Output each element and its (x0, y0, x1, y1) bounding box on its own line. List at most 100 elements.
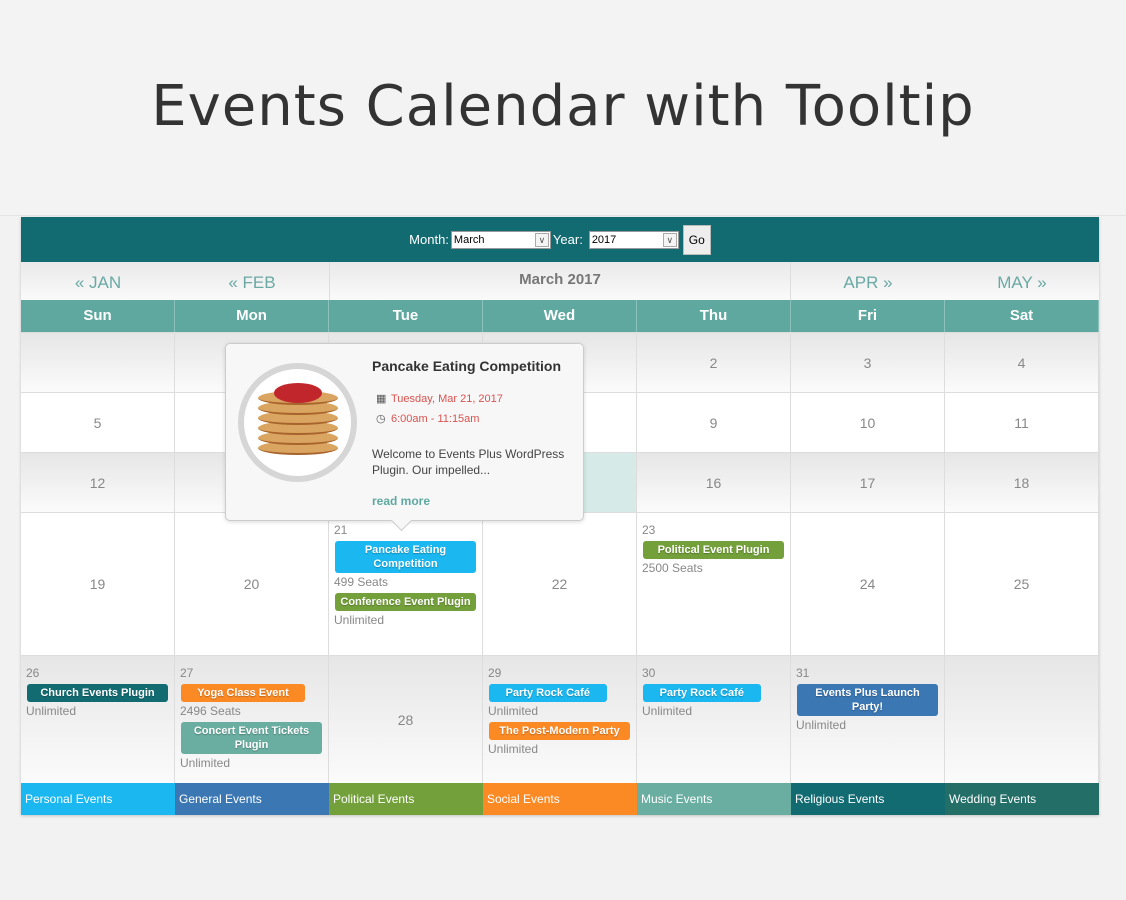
event-seats: Unlimited (488, 742, 539, 756)
day-cell[interactable]: 9 (637, 393, 791, 452)
event-seats: 2500 Seats (642, 561, 703, 575)
day-cell[interactable]: 30 Party Rock Café Unlimited (637, 656, 791, 783)
day-number: 31 (796, 666, 810, 680)
day-cell[interactable]: 20 (175, 513, 329, 655)
day-number: 16 (705, 474, 722, 491)
day-number: 10 (859, 414, 876, 431)
day-number: 17 (859, 474, 876, 491)
weekday-sat: Sat (945, 300, 1099, 332)
day-cell[interactable]: 31 Events Plus Launch Party! Unlimited (791, 656, 945, 783)
legend-social[interactable]: Social Events (483, 783, 637, 815)
day-cell[interactable]: 4 (945, 333, 1099, 392)
year-label: Year: (552, 232, 583, 247)
event-badge[interactable]: The Post-Modern Party (489, 722, 630, 740)
day-number: 12 (89, 474, 106, 491)
day-number: 3 (863, 354, 872, 371)
day-cell[interactable]: 2 (637, 333, 791, 392)
day-cell[interactable]: 28 (329, 656, 483, 783)
day-cell[interactable] (21, 333, 175, 392)
day-cell[interactable]: 29 Party Rock Café Unlimited The Post-Moder… (483, 656, 637, 783)
event-image (238, 363, 357, 482)
day-cell[interactable] (945, 656, 1099, 783)
day-cell[interactable]: 21 Pancake Eating Competition 499 Seats Con… (329, 513, 483, 655)
weekday-header: Sun Mon Tue Wed Thu Fri Sat (21, 300, 1099, 332)
month-value: March (453, 233, 485, 246)
legend-political[interactable]: Political Events (329, 783, 483, 815)
month-select[interactable]: March ∨ (450, 230, 551, 249)
day-cell[interactable]: 25 (945, 513, 1099, 655)
event-badge[interactable]: Church Events Plugin (27, 684, 168, 702)
page-title: Events Calendar with Tooltip (151, 74, 975, 139)
event-badge[interactable]: Yoga Class Event (181, 684, 305, 702)
legend-music[interactable]: Music Events (637, 783, 791, 815)
day-cell[interactable]: 24 (791, 513, 945, 655)
weekday-fri: Fri (791, 300, 945, 332)
week-row: 19 20 21 Pancake Eating Competition 499 Seat… (21, 512, 1099, 655)
month-nav: « JAN « FEB March 2017 APR » MAY » (21, 262, 1099, 300)
weekday-wed: Wed (483, 300, 637, 332)
legend-wedding[interactable]: Wedding Events (945, 783, 1099, 815)
day-number: 4 (1017, 354, 1026, 371)
legend-personal[interactable]: Personal Events (21, 783, 175, 815)
nav-feb-link[interactable]: « FEB (175, 262, 329, 300)
event-tooltip: Pancake Eating Competition ▦ Tuesday, Mar… (225, 343, 584, 521)
tooltip-date: Tuesday, Mar 21, 2017 (391, 393, 503, 405)
calendar-icon: ▦ (376, 393, 387, 405)
day-number: 29 (488, 666, 502, 680)
category-legend: Personal Events General Events Political E… (21, 783, 1099, 815)
day-cell[interactable]: 23 Political Event Plugin 2500 Seats (637, 513, 791, 655)
day-number: 19 (89, 576, 106, 592)
day-cell[interactable]: 3 (791, 333, 945, 392)
tooltip-time: 6:00am - 11:15am (391, 413, 480, 425)
day-number: 11 (1014, 414, 1029, 431)
day-cell[interactable]: 27 Yoga Class Event 2496 Seats Concert Even… (175, 656, 329, 783)
event-seats: Unlimited (180, 756, 231, 770)
nav-apr-link[interactable]: APR » (791, 262, 945, 300)
month-label: Month: (409, 232, 449, 247)
year-select[interactable]: 2017 ∨ (588, 230, 679, 249)
day-cell[interactable]: 22 (483, 513, 637, 655)
day-number: 22 (551, 576, 568, 592)
event-badge[interactable]: Concert Event Tickets Plugin (181, 722, 322, 754)
day-cell[interactable]: 19 (21, 513, 175, 655)
month-year-filter: Month: March ∨ Year: 2017 ∨ Go (21, 217, 1099, 262)
day-cell[interactable]: 17 (791, 453, 945, 512)
nav-jan-link[interactable]: « JAN (21, 262, 175, 300)
day-number: 27 (180, 666, 194, 680)
hero-banner: Events Calendar with Tooltip (0, 0, 1126, 216)
read-more-link[interactable]: read more (372, 494, 430, 508)
go-button[interactable]: Go (682, 224, 711, 255)
day-number: 23 (642, 523, 656, 537)
day-cell[interactable]: 5 (21, 393, 175, 452)
day-cell[interactable]: 16 (637, 453, 791, 512)
event-badge[interactable]: Pancake Eating Competition (335, 541, 476, 573)
day-number: 18 (1013, 474, 1030, 491)
legend-religious[interactable]: Religious Events (791, 783, 945, 815)
event-seats: 2496 Seats (180, 704, 241, 718)
day-number: 26 (26, 666, 40, 680)
weekday-thu: Thu (637, 300, 791, 332)
day-cell[interactable]: 12 (21, 453, 175, 512)
event-badge[interactable]: Political Event Plugin (643, 541, 784, 559)
weekday-mon: Mon (175, 300, 329, 332)
event-seats: 499 Seats (334, 575, 389, 589)
day-cell[interactable]: 26 Church Events Plugin Unlimited (21, 656, 175, 783)
event-badge[interactable]: Events Plus Launch Party! (797, 684, 938, 716)
event-seats: Unlimited (642, 704, 693, 718)
day-cell[interactable]: 11 (945, 393, 1099, 452)
day-number: 20 (243, 576, 260, 592)
chevron-down-icon: ∨ (662, 232, 677, 247)
event-badge[interactable]: Party Rock Café (489, 684, 607, 702)
day-number: 9 (709, 414, 718, 431)
event-badge[interactable]: Conference Event Plugin (335, 593, 476, 611)
weekday-tue: Tue (329, 300, 483, 332)
nav-may-link[interactable]: MAY » (945, 262, 1099, 300)
legend-general[interactable]: General Events (175, 783, 329, 815)
day-cell[interactable]: 10 (791, 393, 945, 452)
day-number: 25 (1013, 576, 1030, 592)
event-badge[interactable]: Party Rock Café (643, 684, 761, 702)
day-number: 30 (642, 666, 656, 680)
day-cell[interactable]: 18 (945, 453, 1099, 512)
day-number: 28 (397, 711, 414, 728)
weekday-sun: Sun (21, 300, 175, 332)
